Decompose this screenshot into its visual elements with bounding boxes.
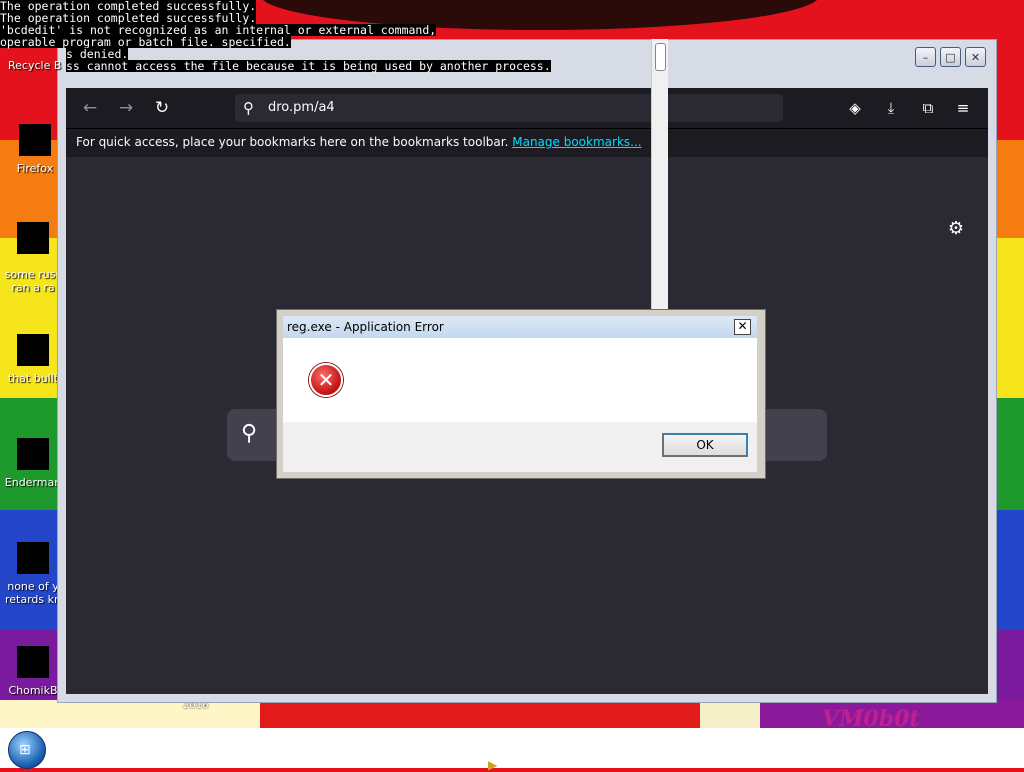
gear-icon[interactable]: ⚙ (948, 218, 964, 239)
cursor-icon: ▶ (488, 758, 498, 772)
pocket-icon[interactable]: ◈ (843, 96, 867, 120)
dialog-titlebar[interactable]: reg.exe - Application Error ✕ (283, 316, 757, 338)
file-icon (17, 542, 49, 574)
error-dialog[interactable]: reg.exe - Application Error ✕ ✕ OK (276, 309, 766, 479)
maximize-button[interactable]: □ (940, 47, 961, 67)
console-line-tail: ss cannot access the file because it is … (66, 59, 551, 73)
error-icon: ✕ (309, 363, 343, 397)
desktop-icon-label: none of y (7, 580, 59, 593)
desktop-icon-chomik[interactable]: ChomikB (2, 646, 64, 697)
menu-icon[interactable]: ≡ (951, 96, 975, 120)
ok-button[interactable]: OK (662, 433, 748, 457)
desktop-icon-file-3[interactable]: none of y retards kn (2, 542, 64, 606)
reload-icon[interactable]: ↻ (150, 96, 174, 120)
firefox-icon (19, 124, 51, 156)
dialog-footer: OK (283, 422, 757, 472)
forward-icon[interactable]: → (114, 96, 138, 120)
desktop-icon-label-line2: retards kn (5, 593, 61, 606)
dialog-title: reg.exe - Application Error (287, 320, 444, 334)
search-icon: ⚲ (243, 99, 254, 117)
scrollbar-thumb[interactable] (655, 43, 666, 71)
bookmarks-toolbar: For quick access, place your bookmarks h… (66, 128, 988, 157)
download-icon[interactable]: ⤓ (879, 96, 903, 120)
desktop-icon-file-2[interactable]: that bullt (2, 334, 64, 385)
desktop-icon-label: some russ (4, 268, 62, 281)
file-icon (17, 646, 49, 678)
url-text: dro.pm/a4 (268, 100, 335, 115)
console-scrollbar[interactable] (651, 39, 668, 309)
close-button[interactable]: ✕ (965, 47, 986, 67)
manage-bookmarks-link[interactable]: Manage bookmarks... (512, 135, 641, 149)
desktop-icon-label: that bullt (7, 372, 59, 385)
file-icon (17, 334, 49, 366)
taskbar: ⊞ ▶ (0, 728, 1024, 772)
bookmarks-hint: For quick access, place your bookmarks h… (76, 135, 642, 149)
console-icon (17, 438, 49, 470)
bookmarks-hint-text: For quick access, place your bookmarks h… (76, 135, 509, 149)
desktop-icon-label: Enderman (4, 476, 62, 489)
search-icon: ⚲ (241, 421, 258, 446)
desktop-icon-enderman[interactable]: Enderman (2, 438, 64, 489)
dialog-body: ✕ (283, 338, 757, 422)
file-icon (17, 222, 49, 254)
console-line: operable program or batch file. specifie… (0, 35, 291, 49)
desktop-icon-label-line2: ran a ra (11, 281, 55, 294)
nav-toolbar: ← → ↻ ⚲ dro.pm/a4 ◈ ⤓ ⧉ ≡ (66, 88, 988, 128)
back-icon[interactable]: ← (78, 96, 102, 120)
console-output: The operation completed successfully. Th… (0, 0, 551, 72)
dialog-close-button[interactable]: ✕ (734, 319, 751, 335)
start-button[interactable]: ⊞ (8, 731, 46, 769)
desktop-icon-file-1[interactable]: some russ ran a ra (2, 222, 64, 294)
url-bar[interactable]: ⚲ dro.pm/a4 (235, 94, 783, 122)
extensions-icon[interactable]: ⧉ (916, 96, 940, 120)
recycle-bin-label[interactable]: Recycle B (8, 59, 61, 72)
windows-logo-icon: ⊞ (19, 742, 31, 758)
minimize-button[interactable]: – (915, 47, 936, 67)
desktop-icon-label: ChomikB (8, 684, 58, 697)
window-controls: – □ ✕ (915, 47, 986, 67)
